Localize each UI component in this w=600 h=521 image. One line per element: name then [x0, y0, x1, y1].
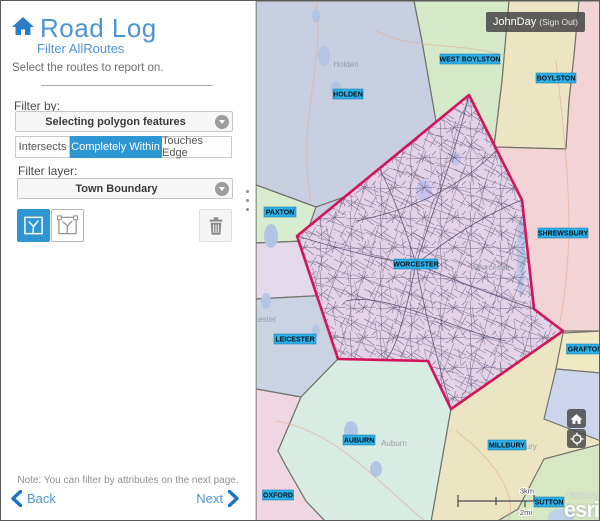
polygon-outline-icon — [56, 214, 79, 237]
clear-selection-button[interactable] — [51, 209, 84, 242]
app-window: Road Log Filter AllRoutes Select the rou… — [0, 0, 600, 521]
spatial-mode-segmented-control: Intersects Completely Within Touches Edg… — [15, 136, 232, 158]
chevron-left-icon — [11, 490, 22, 507]
town-label-boylston: BOYLSTON — [537, 76, 576, 83]
mode-intersects-button[interactable]: Intersects — [15, 136, 70, 158]
town-label-leicester: LEICESTER — [275, 337, 314, 344]
chevron-down-icon — [215, 115, 229, 129]
sign-out-label: (Sign Out) — [539, 17, 578, 27]
filter-layer-label: Filter layer: — [18, 164, 77, 178]
page-title: Road Log — [40, 13, 157, 44]
next-label: Next — [196, 491, 223, 506]
chevron-right-icon — [228, 490, 239, 507]
town-label-grafton: GRAFTON — [568, 347, 600, 354]
back-button[interactable]: Back — [11, 490, 56, 507]
town-label-worcester: WORCESTER — [393, 262, 439, 269]
filter-panel: Road Log Filter AllRoutes Select the rou… — [1, 1, 256, 520]
map-home-button[interactable] — [567, 409, 586, 428]
mode-completely-within-button[interactable]: Completely Within — [70, 136, 162, 158]
select-polygon-icon — [22, 214, 45, 237]
breadcrumb-filter-allroutes[interactable]: Filter AllRoutes — [37, 41, 124, 56]
town-label-auburn: AUBURN — [344, 438, 374, 445]
town-label-millbury: MILLBURY — [489, 443, 525, 450]
delete-selection-button[interactable] — [199, 209, 232, 242]
map-locate-button[interactable] — [567, 429, 586, 448]
user-sign-out-button[interactable]: JohnDay (Sign Out) — [486, 12, 585, 32]
town-label-shrewsbury: SHREWSBURY — [538, 231, 589, 238]
chevron-down-icon — [215, 182, 229, 196]
town-label-west-boylston: WEST BOYLSTON — [440, 57, 501, 64]
town-label-holden: HOLDEN — [333, 92, 363, 99]
locate-icon — [570, 432, 584, 446]
divider — [41, 85, 213, 86]
user-name: JohnDay — [493, 12, 536, 32]
intro-text: Select the routes to report on. — [12, 62, 164, 74]
basemap-label-holden: Holden — [333, 60, 358, 69]
svg-text:Worcester: Worcester — [474, 263, 511, 272]
scale-km-label: 3km — [520, 487, 534, 496]
svg-text:Auburn: Auburn — [381, 439, 407, 448]
mode-touches-edge-button[interactable]: Touches Edge — [162, 136, 232, 158]
town-label-oxford: OXFORD — [263, 493, 293, 500]
town-label-paxton: PAXTON — [266, 210, 295, 217]
back-label: Back — [27, 491, 56, 506]
filter-layer-dropdown[interactable]: Town Boundary — [17, 178, 233, 199]
map-canvas[interactable]: Holden cester — [256, 1, 600, 521]
selection-mode-dropdown[interactable]: Selecting polygon features — [15, 111, 233, 132]
scale-mi-label: 2mi — [520, 508, 532, 517]
scale-bar: 3km 2mi — [453, 487, 543, 517]
home-icon — [570, 413, 583, 425]
basemap-label-cester: cester — [256, 315, 276, 324]
select-by-polygon-button[interactable] — [17, 209, 50, 242]
home-icon[interactable] — [11, 15, 35, 42]
panel-resize-handle[interactable] — [246, 190, 250, 217]
app-header: Road Log — [11, 13, 157, 44]
selection-mode-value: Selecting polygon features — [16, 116, 215, 128]
trash-icon — [205, 215, 227, 237]
wizard-nav: Back Next — [11, 490, 239, 507]
filter-layer-value: Town Boundary — [18, 183, 215, 195]
note-text: Note: You can filter by attributes on th… — [1, 475, 255, 486]
next-button[interactable]: Next — [196, 490, 239, 507]
map-container: Holden cester — [256, 1, 600, 521]
